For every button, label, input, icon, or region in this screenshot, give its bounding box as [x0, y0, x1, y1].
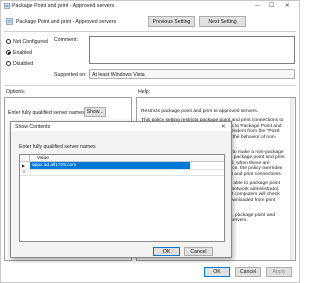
radio-button[interactable]	[6, 50, 11, 55]
row-header-corner	[20, 155, 30, 161]
radio-label: Enabled	[13, 50, 33, 56]
cell-value: appx.ad.all1725.com	[32, 163, 77, 168]
comment-label: Comment:	[54, 37, 78, 43]
radio-disabled[interactable]: Disabled	[6, 60, 56, 67]
show-button[interactable]: Show...	[84, 107, 106, 117]
show-contents-dialog: Show Contents ✕ Enter fully qualified se…	[10, 121, 232, 258]
radio-not-configured[interactable]: Not Configured	[6, 38, 56, 45]
server-names-label: Enter fully qualified server names	[8, 110, 85, 116]
maximize-icon[interactable]: ☐	[269, 2, 274, 9]
current-row-marker-icon: ▶	[22, 163, 26, 168]
minimize-icon[interactable]: —	[255, 3, 260, 9]
mid-separator	[4, 85, 296, 86]
radio-label: Disabled	[13, 61, 34, 67]
cancel-button[interactable]: Cancel	[235, 267, 261, 277]
header-separator	[4, 31, 296, 32]
policy-heading: Package Point and print - Approved serve…	[16, 19, 117, 25]
dialog-cancel-button[interactable]: Cancel	[184, 247, 213, 256]
value-cell[interactable]: appx.ad.all1725.com	[30, 162, 190, 169]
dialog-title: Show Contents	[15, 124, 51, 130]
help-scrollbar[interactable]	[290, 98, 295, 260]
table-row[interactable]: *	[20, 169, 224, 177]
previous-setting-button[interactable]: Previous Setting	[148, 16, 195, 27]
new-row-marker-icon: *	[23, 170, 25, 177]
value-grid: Value ▶ appx.ad.all1725.com *	[19, 154, 225, 242]
dialog-ok-button[interactable]: OK	[153, 247, 180, 256]
apply-button[interactable]: Apply	[266, 267, 292, 277]
window-title: Package Point and print - Approved serve…	[12, 3, 115, 9]
supported-on-label: Supported on:	[54, 72, 87, 78]
grid-header-row: Value	[20, 155, 224, 162]
next-setting-button[interactable]: Next Setting	[199, 16, 246, 27]
radio-enabled[interactable]: Enabled	[6, 49, 56, 56]
supported-on-field: At least Windows Vista	[89, 69, 295, 79]
help-paragraph: Restricts package point and print to app…	[141, 109, 259, 114]
supported-on-value: At least Windows Vista	[92, 72, 145, 78]
ok-button[interactable]: OK	[204, 267, 230, 277]
comment-field[interactable]	[89, 36, 295, 64]
dialog-title-bar: Show Contents ✕	[11, 122, 231, 131]
policy-icon	[4, 3, 10, 11]
value-cell[interactable]	[30, 170, 190, 176]
table-row[interactable]: ▶ appx.ad.all1725.com	[20, 162, 224, 169]
policy-icon-large	[6, 18, 13, 27]
radio-button[interactable]	[6, 39, 11, 44]
help-label: Help:	[138, 89, 151, 95]
dialog-close-icon[interactable]: ✕	[221, 124, 226, 130]
value-column-header[interactable]: Value	[37, 156, 49, 161]
radio-button[interactable]	[6, 61, 11, 66]
radio-label: Not Configured	[13, 39, 48, 45]
title-bar: Package Point and print - Approved serve…	[1, 1, 299, 11]
close-icon[interactable]: ✕	[285, 3, 290, 9]
dialog-instructions: Enter fully qualified server names	[19, 144, 96, 150]
options-label: Options:	[6, 89, 26, 95]
